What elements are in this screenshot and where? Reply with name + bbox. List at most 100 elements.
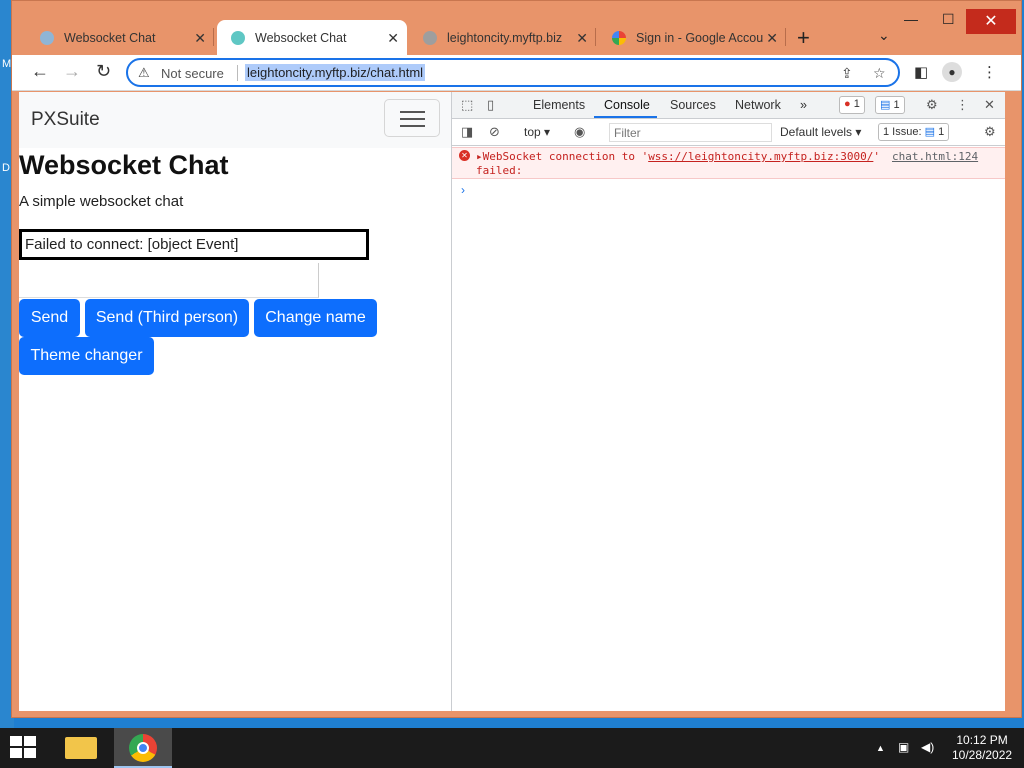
console-filter-input[interactable]: Filter [609, 123, 772, 142]
side-panel-icon[interactable]: ◧ [914, 63, 928, 81]
close-tab-icon[interactable]: ✕ [387, 30, 399, 47]
reload-button[interactable]: ↻ [96, 61, 111, 82]
sidebar-toggle-icon[interactable]: ◨ [461, 124, 473, 140]
error-suffix: ' [873, 150, 880, 163]
console-error-row[interactable]: ✕ ▸WebSocket connection to 'wss://leight… [452, 147, 1005, 179]
close-window-button[interactable]: ✕ [966, 9, 1016, 34]
close-devtools-icon[interactable]: ✕ [984, 97, 995, 113]
chrome-icon [129, 734, 157, 762]
google-icon [612, 31, 626, 45]
more-tabs-icon[interactable]: » [800, 98, 807, 112]
folder-icon [65, 737, 97, 759]
tab-search-icon[interactable]: ⌄ [878, 27, 890, 44]
windows-logo-icon [24, 736, 36, 746]
tab-title: Websocket Chat [255, 31, 347, 45]
globe-icon [423, 31, 437, 45]
new-tab-button[interactable]: + [797, 25, 810, 51]
clear-console-icon[interactable]: ⊘ [489, 124, 500, 140]
active-tab-indicator [594, 116, 657, 118]
site-navbar: PXSuite [19, 92, 451, 148]
share-icon[interactable]: ⇪ [841, 65, 853, 82]
change-name-button[interactable]: Change name [254, 299, 377, 337]
minimize-button[interactable]: — [904, 11, 918, 27]
security-status[interactable]: Not secure [161, 66, 224, 81]
page-subtitle: A simple websocket chat [19, 193, 184, 210]
tab-title: leightoncity.myftp.biz [447, 31, 563, 45]
log-levels-dropdown[interactable]: Default levels ▾ [780, 125, 861, 139]
windows-start-button[interactable] [10, 736, 38, 760]
browser-window: Websocket Chat ✕ Websocket Chat ✕ leight… [11, 0, 1022, 718]
clock-date: 10/28/2022 [952, 748, 1013, 762]
settings-gear-icon[interactable]: ⚙ [926, 97, 938, 113]
close-tab-icon[interactable]: ✕ [194, 30, 206, 47]
error-url-link[interactable]: wss://leightoncity.myftp.biz:3000/ [648, 150, 873, 163]
warning-icon[interactable]: ⚠ [138, 65, 150, 81]
inspect-element-icon[interactable]: ⬚ [461, 97, 473, 113]
error-source-link[interactable]: chat.html:124 [892, 150, 978, 163]
tab-sources[interactable]: Sources [670, 98, 716, 112]
devtools-tabbar: ⬚ ▯ Elements Console Sources Network » ●… [452, 92, 1005, 119]
issue-icon: ▤ [924, 126, 935, 138]
devtools-panel: ⬚ ▯ Elements Console Sources Network » ●… [451, 92, 1005, 711]
message-count-badge[interactable]: ▤ 1 [875, 96, 905, 114]
theme-changer-button[interactable]: Theme changer [19, 337, 154, 375]
tab-google-sign-in[interactable]: Sign in - Google Accou ✕ [598, 20, 786, 56]
windows-logo-icon [24, 748, 36, 758]
bookmark-star-icon[interactable]: ☆ [873, 65, 886, 82]
console-settings-gear-icon[interactable]: ⚙ [984, 124, 996, 140]
url-text[interactable]: leightoncity.myftp.biz/chat.html [245, 64, 426, 81]
tab-websocket-chat-1[interactable]: Websocket Chat ✕ [26, 20, 214, 56]
system-clock[interactable]: 10:12 PM 10/28/2022 [952, 733, 1012, 763]
error-circle-icon: ✕ [459, 150, 470, 161]
back-button[interactable]: ← [31, 61, 49, 82]
desktop-icon-label: M [2, 58, 12, 70]
network-icon[interactable]: ▣ [898, 740, 909, 754]
tab-console[interactable]: Console [604, 98, 650, 112]
hamburger-icon [400, 111, 425, 113]
site-favicon-icon [231, 31, 245, 45]
volume-icon[interactable]: ◀) [921, 740, 934, 754]
windows-logo-icon [10, 736, 22, 746]
tab-websocket-chat-2[interactable]: Websocket Chat ✕ [217, 20, 407, 56]
error-count: 1 [853, 98, 860, 110]
taskbar: ▲ ▣ ◀) 10:12 PM 10/28/2022 [0, 728, 1024, 768]
message-count: 1 [893, 99, 900, 111]
error-count-badge[interactable]: ● 1 [839, 96, 865, 114]
hamburger-icon [400, 118, 425, 120]
send-third-person-button[interactable]: Send (Third person) [85, 299, 249, 337]
tab-elements[interactable]: Elements [533, 98, 585, 112]
send-button[interactable]: Send [19, 299, 80, 337]
tab-leightoncity[interactable]: leightoncity.myftp.biz ✕ [409, 20, 596, 56]
taskbar-chrome[interactable] [114, 728, 172, 768]
navbar-toggle-button[interactable] [384, 99, 440, 137]
maximize-button[interactable]: ☐ [942, 11, 955, 28]
profile-avatar-icon[interactable]: ● [942, 62, 962, 82]
close-tab-icon[interactable]: ✕ [766, 30, 778, 47]
message-icon: ▤ [880, 99, 891, 111]
page-title: Websocket Chat [19, 150, 229, 180]
more-options-icon[interactable]: ⋮ [956, 97, 969, 113]
tab-title: Sign in - Google Accou [636, 31, 764, 45]
menu-kebab-icon[interactable]: ⋮ [982, 63, 997, 81]
address-bar[interactable]: ⚠ Not secure leightoncity.myftp.biz/chat… [126, 58, 900, 87]
forward-button[interactable]: → [63, 61, 81, 82]
device-toolbar-icon[interactable]: ▯ [487, 97, 494, 113]
tray-overflow-icon[interactable]: ▲ [876, 743, 885, 753]
message-input[interactable] [19, 263, 319, 298]
context-selector[interactable]: top ▾ [524, 125, 550, 139]
context-label: top [524, 125, 541, 139]
chrome-icon-center [137, 742, 149, 754]
tab-strip: Websocket Chat ✕ Websocket Chat ✕ leight… [12, 1, 1021, 56]
console-toolbar: ◨ ⊘ top ▾ ◉ Filter Default levels ▾ 1 Is… [452, 120, 1005, 146]
live-expression-eye-icon[interactable]: ◉ [574, 124, 585, 140]
taskbar-file-explorer[interactable] [52, 728, 110, 768]
close-tab-icon[interactable]: ✕ [576, 30, 588, 47]
brand-link[interactable]: PXSuite [31, 109, 100, 131]
error-message: ▸WebSocket connection to 'wss://leighton… [476, 150, 880, 163]
console-prompt-icon[interactable]: › [461, 183, 465, 197]
error-icon: ● [844, 98, 851, 110]
tab-title: Websocket Chat [64, 31, 156, 45]
issues-button[interactable]: 1 Issue: ▤ 1 [878, 123, 950, 141]
issues-label: 1 Issue: [883, 126, 922, 138]
tab-network[interactable]: Network [735, 98, 781, 112]
